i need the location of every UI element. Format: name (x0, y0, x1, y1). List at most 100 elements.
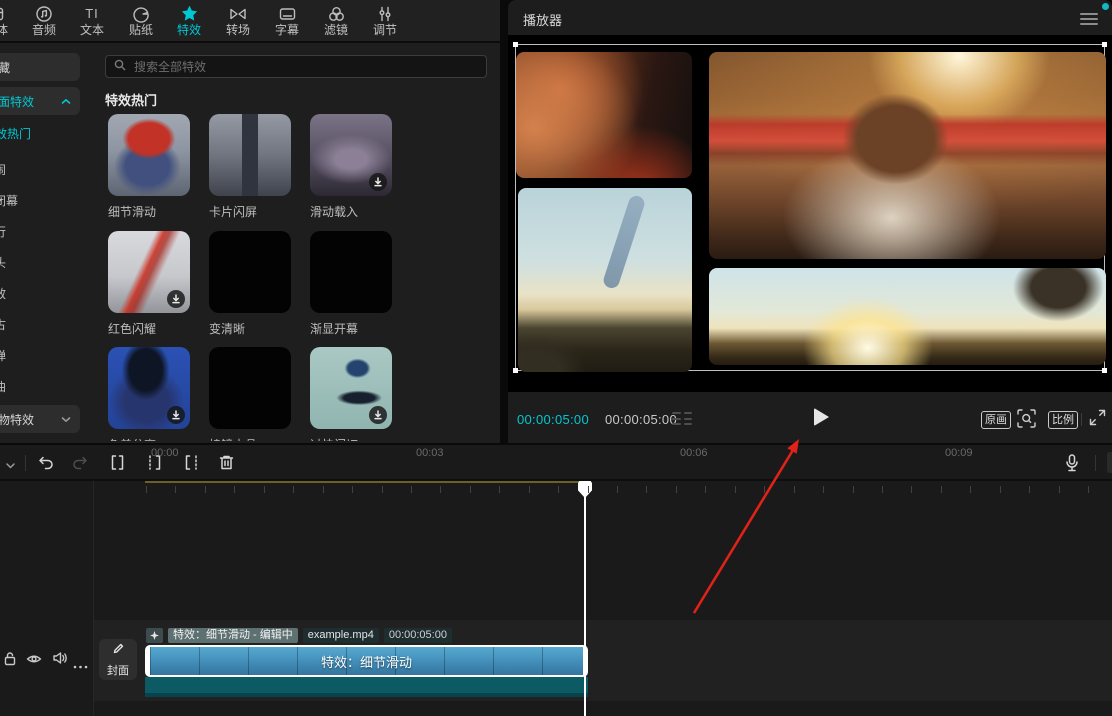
redo-icon[interactable] (71, 453, 90, 477)
toolbar-edge-button[interactable] (1107, 452, 1112, 473)
selection-handle[interactable] (1102, 368, 1107, 373)
more-icon[interactable] (73, 656, 88, 674)
sidebar-item-5[interactable]: 效 (0, 285, 6, 302)
effect-thumbnail[interactable] (108, 347, 190, 429)
toolbar-tab-filter[interactable]: 滤镜 (311, 4, 361, 40)
fit-zoom-icon[interactable] (1016, 408, 1037, 434)
sidebar-group-screen-effects[interactable]: 面特效 (0, 87, 80, 115)
sidebar-item-1[interactable]: 闹 (0, 161, 6, 178)
ruler-tick (263, 486, 265, 493)
search-input[interactable] (132, 58, 478, 75)
search-icon (114, 58, 126, 76)
fullscreen-icon[interactable] (1088, 408, 1107, 432)
eye-icon[interactable] (26, 652, 42, 670)
toolbar-tab-effects[interactable]: 特效 (164, 4, 214, 40)
ruler-tick (469, 486, 471, 493)
sidebar-item-7[interactable]: 弹 (0, 347, 6, 364)
filter-icon (327, 4, 346, 23)
player-title: 播放器 (523, 13, 563, 28)
sidebar-group-character-effects[interactable]: 物特效 (0, 405, 80, 433)
effect-card-row3-2: 棱镜水晶 (209, 347, 291, 441)
effect-thumbnail[interactable] (310, 347, 392, 429)
chevron-down-icon (61, 412, 71, 426)
effect-card-hongseshanyao: 红色闪耀 (108, 231, 190, 337)
music-note-icon (35, 4, 53, 23)
video-preview-area (508, 35, 1112, 392)
sidebar-item-6[interactable]: 古 (0, 316, 6, 333)
sidebar-favorites[interactable]: 藏 (0, 53, 80, 81)
sidebar-item-hot[interactable]: 效热门 (0, 125, 31, 142)
toolbar-tab-adjust[interactable]: 调节 (360, 4, 410, 40)
effect-card-row3-1: 色差分离 (108, 347, 190, 441)
timeline-ruler[interactable] (94, 481, 1112, 501)
toolbar-tab-transition[interactable]: 转场 (213, 4, 263, 40)
cover-button[interactable]: 封面 (99, 639, 137, 680)
effect-thumbnail[interactable] (209, 347, 291, 429)
effect-card-bianqingxi: 变清晰 (209, 231, 291, 337)
ruler-tick (823, 486, 825, 493)
clip-file-name: example.mp4 (302, 628, 379, 643)
selection-handle[interactable] (513, 42, 518, 47)
effect-thumbnail[interactable] (209, 114, 291, 196)
ruler-tick (499, 486, 501, 493)
search-box[interactable] (105, 55, 487, 78)
ratio-button[interactable]: 比例 (1048, 411, 1078, 429)
clip-duration-badge: 00:00:05:00 (383, 628, 452, 643)
hamburger-icon[interactable] (1080, 13, 1098, 25)
sidebar-item-3[interactable]: 行 (0, 223, 6, 240)
ruler-tick (381, 486, 383, 493)
ruler-tick (528, 486, 530, 493)
effects-star-icon (180, 4, 199, 23)
playhead-line (584, 481, 586, 716)
speaker-icon[interactable] (52, 651, 68, 670)
section-title: 特效热门 (105, 93, 158, 108)
ruler-tick (352, 486, 354, 493)
collage-panel-top-right (709, 52, 1106, 259)
toolbar-tab-sticker[interactable]: 贴纸 (116, 4, 166, 40)
ruler-tick (764, 486, 766, 493)
microphone-icon[interactable] (1063, 453, 1081, 478)
toolbar-tab-media[interactable]: 媒体 (0, 4, 21, 40)
adjust-icon (376, 4, 394, 23)
current-time: 00:00:05:00 (517, 412, 589, 427)
effect-thumbnail[interactable] (108, 231, 190, 313)
ruler-tick (852, 486, 854, 493)
download-icon (369, 406, 387, 424)
ruler-tick (882, 486, 883, 493)
split-delete-right-icon[interactable] (182, 453, 201, 477)
quality-button[interactable]: 原画 (981, 411, 1011, 429)
frame-preview-icon[interactable] (672, 412, 692, 425)
collapse-chevron-icon[interactable] (5, 457, 16, 475)
selection-handle[interactable] (513, 368, 518, 373)
ruler-tick (617, 486, 619, 493)
ruler-tick (646, 486, 648, 493)
media-icon (0, 4, 5, 23)
ruler-tick (587, 486, 589, 493)
sticker-icon (132, 4, 150, 23)
split-icon[interactable] (108, 453, 127, 477)
undo-icon[interactable] (36, 453, 55, 477)
media-type-toolbar: 媒体 音频 TI 文本 贴纸 特效 转场 (0, 0, 500, 43)
video-preview-collage[interactable] (513, 42, 1107, 373)
ruler-tick (558, 486, 560, 493)
sidebar-item-8[interactable]: 曲 (0, 378, 6, 395)
toolbar-tab-audio[interactable]: 音频 (19, 4, 69, 40)
effect-thumbnail[interactable] (310, 231, 392, 313)
toolbar-tab-text[interactable]: TI 文本 (67, 4, 117, 40)
effect-bar[interactable] (145, 677, 588, 693)
effect-card-row3-3: 过快闪切 (310, 347, 392, 441)
toolbar-tab-captions[interactable]: 字幕 (262, 4, 312, 40)
effect-thumbnail[interactable] (209, 231, 291, 313)
pencil-icon (112, 642, 125, 660)
play-button[interactable] (808, 404, 834, 430)
selection-handle[interactable] (1102, 42, 1107, 47)
delete-icon[interactable] (217, 453, 236, 477)
sidebar-item-4[interactable]: 头 (0, 254, 6, 271)
effect-thumbnail[interactable] (310, 114, 392, 196)
timeline-clip[interactable]: 特效：细节滑动 (145, 645, 588, 677)
effect-thumbnail[interactable] (108, 114, 190, 196)
lock-icon[interactable] (3, 651, 17, 671)
sidebar-item-2[interactable]: 闭幕 (0, 192, 18, 209)
ruler-tick (204, 486, 206, 493)
capcut-app: 媒体 音频 TI 文本 贴纸 特效 转场 (0, 0, 1112, 716)
